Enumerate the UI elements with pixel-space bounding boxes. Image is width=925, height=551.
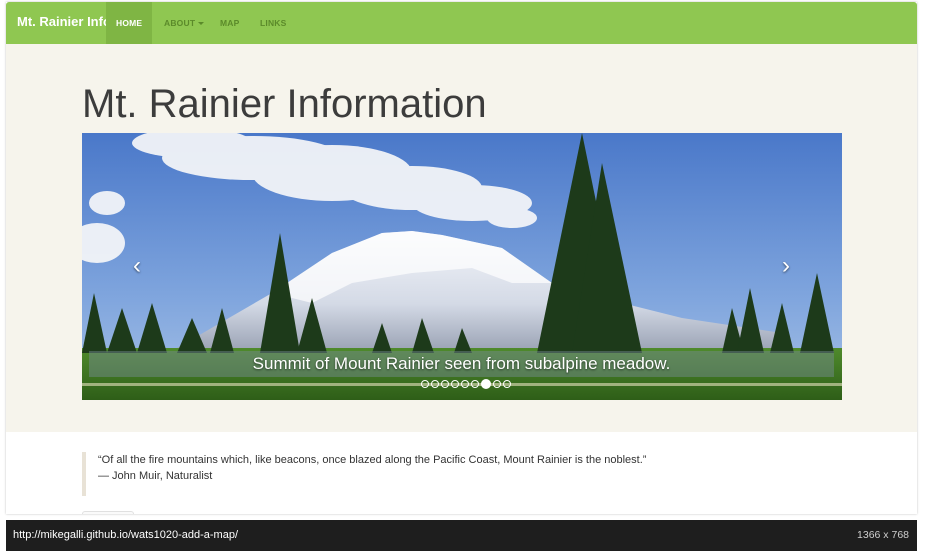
nav-item-about-label: ABOUT bbox=[164, 18, 196, 28]
brand-link[interactable]: Mt. Rainier Info bbox=[17, 2, 111, 44]
carousel-indicator[interactable] bbox=[441, 380, 449, 388]
carousel-indicator[interactable] bbox=[421, 380, 429, 388]
quote-attribution: — John Muir, Naturalist bbox=[98, 470, 213, 482]
carousel-indicator[interactable] bbox=[431, 380, 439, 388]
partially-visible-button[interactable] bbox=[82, 511, 134, 514]
jumbotron: Mt. Rainier Information ‹ › Summit of Mo… bbox=[6, 44, 917, 432]
carousel-indicators bbox=[421, 379, 511, 389]
nav-item-home[interactable]: HOME bbox=[106, 2, 153, 44]
carousel-caption-bar: Summit of Mount Rainier seen from subalp… bbox=[89, 351, 834, 377]
carousel-next-button[interactable]: › bbox=[776, 254, 796, 278]
nav-item-about[interactable]: ABOUT bbox=[164, 2, 205, 44]
browser-window: Mt. Rainier Info HOME ABOUT MAP LINKS Mt… bbox=[6, 2, 917, 514]
caret-down-icon bbox=[198, 22, 205, 26]
quote-text: “Of all the fire mountains which, like b… bbox=[98, 454, 647, 466]
carousel-indicator[interactable] bbox=[493, 380, 501, 388]
navbar: Mt. Rainier Info HOME ABOUT MAP LINKS bbox=[6, 2, 917, 44]
muir-quote: “Of all the fire mountains which, like b… bbox=[82, 452, 838, 496]
carousel-indicator-active[interactable] bbox=[481, 379, 491, 389]
viewport-size: 1366 x 768 bbox=[857, 529, 909, 541]
carousel-prev-button[interactable]: ‹ bbox=[127, 254, 147, 278]
nav-item-map[interactable]: MAP bbox=[220, 2, 240, 44]
carousel-indicator[interactable] bbox=[451, 380, 459, 388]
page-title: Mt. Rainier Information bbox=[82, 82, 487, 126]
nav-item-links[interactable]: LINKS bbox=[260, 2, 287, 44]
carousel-caption: Summit of Mount Rainier seen from subalp… bbox=[252, 354, 671, 373]
status-bar: http://mikegalli.github.io/wats1020-add-… bbox=[6, 520, 917, 551]
image-carousel[interactable]: ‹ › Summit of Mount Rainier seen from su… bbox=[82, 133, 842, 400]
carousel-indicator[interactable] bbox=[503, 380, 511, 388]
carousel-indicator[interactable] bbox=[471, 380, 479, 388]
carousel-indicator[interactable] bbox=[461, 380, 469, 388]
status-url: http://mikegalli.github.io/wats1020-add-… bbox=[13, 529, 239, 541]
